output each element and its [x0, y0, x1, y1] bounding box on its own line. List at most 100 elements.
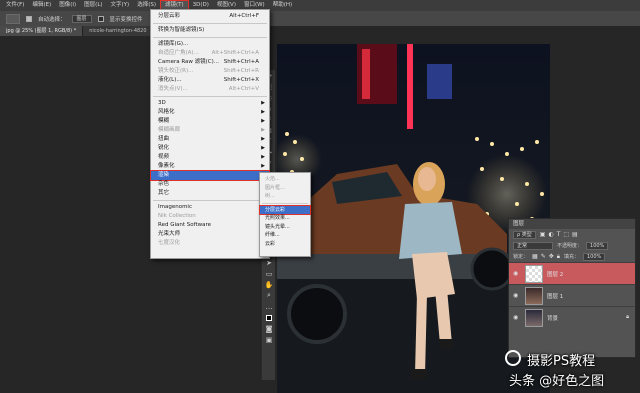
layer-kind-filter[interactable]: ρ 类型 — [513, 230, 536, 239]
opacity-label: 不透明度： — [557, 243, 583, 249]
menu-item-video[interactable]: 视频 ▶ — [151, 153, 269, 162]
menu-image[interactable]: 图像(I) — [55, 0, 80, 11]
layers-panel-title[interactable]: 图层 — [509, 219, 635, 229]
submenu-item-difference-clouds[interactable]: 分层云彩 — [259, 204, 311, 215]
submenu-item-fibers[interactable]: 纤维... — [260, 231, 310, 240]
chat-bubble-icon — [505, 350, 521, 366]
pixel-filter-icon[interactable]: ▣ — [540, 231, 546, 238]
menu-item-noise[interactable]: 杂色▶ — [151, 180, 269, 189]
menu-item-adaptive-wide-angle: 自适应广角(A)... Alt+Shift+Ctrl+A — [158, 50, 259, 56]
menu-item-vanishing-point: 消失点(V)... Alt+Ctrl+V — [158, 86, 259, 92]
layer-name: 图层 2 — [547, 271, 564, 278]
tab-document-1[interactable]: jpg @ 25% (图层 1, RGB/8) * — [0, 26, 84, 36]
shape-filter-icon[interactable]: ⬚ — [563, 231, 569, 238]
lock-pixels-icon[interactable]: ▦ — [532, 253, 538, 261]
menu-type[interactable]: 文字(Y) — [107, 0, 134, 11]
watermark: 摄影PS教程 头条 @好色之图 — [505, 348, 639, 392]
submenu-item-flame: 火焰... — [265, 176, 280, 182]
submenu-item-lens-flare[interactable]: 镜头光晕... — [260, 223, 310, 232]
layer-lock-icon: 🔒︎ — [626, 314, 629, 320]
menu-item-blur-gallery: 模糊画廊 ▶ — [158, 127, 265, 133]
layers-panel: 图层 ρ 类型 ▣ ◐ T ⬚ ▤ 正常 不透明度： 100% 锁定： ▦ ✎ … — [508, 218, 636, 358]
more-tools-icon[interactable]: … — [262, 301, 276, 312]
menu-item-liquify[interactable]: 液化(L)... Shift+Ctrl+X — [151, 76, 269, 85]
submenu-arrow-icon: ▶ — [261, 145, 265, 151]
menu-separator — [153, 200, 267, 201]
blend-row: 正常 不透明度： 100% — [509, 240, 635, 251]
menu-layer[interactable]: 图层(L) — [80, 0, 106, 11]
menu-item-distort[interactable]: 扭曲 ▶ — [151, 135, 269, 144]
show-transform-checkbox[interactable] — [97, 15, 104, 22]
screen-mode-icon[interactable]: ▣ — [262, 334, 276, 345]
layer-name: 背景 — [547, 315, 559, 322]
visibility-eye-icon[interactable]: ◉ — [513, 292, 521, 299]
menu-file[interactable]: 文件(F) — [2, 0, 28, 11]
adjustment-filter-icon[interactable]: ◐ — [548, 231, 553, 238]
blend-mode-select[interactable]: 正常 — [513, 241, 553, 250]
options-bar: 自动选择： 图层 显示变换控件 — [0, 11, 640, 26]
menu-item-qidu-hanhua: 七度汉化▶ — [151, 239, 269, 248]
visibility-eye-icon[interactable]: ◉ — [513, 314, 521, 321]
menu-item-blur[interactable]: 模糊 ▶ — [151, 117, 269, 126]
layer-row[interactable]: ◉ 背景 🔒︎ — [509, 306, 635, 328]
menu-item-render[interactable]: 渲染▶ — [150, 170, 270, 181]
menu-separator — [153, 96, 267, 97]
layer-thumbnail — [525, 264, 543, 283]
type-filter-icon[interactable]: T — [557, 231, 561, 238]
menu-separator — [153, 23, 267, 24]
visibility-eye-icon[interactable]: ◉ — [513, 270, 521, 277]
menu-help[interactable]: 帮助(H) — [269, 0, 296, 11]
menu-item-camera-raw[interactable]: Camera Raw 滤镜(C)... Shift+Ctrl+A — [151, 58, 269, 67]
menu-item-other[interactable]: 其它▶ — [151, 189, 269, 198]
submenu-item-picture-frame: 图片框... — [265, 184, 285, 191]
menu-item-imagenomic[interactable]: Imagenomic▶ — [151, 203, 269, 212]
menu-item-convert-smart-filter[interactable]: 转换为智能滤镜(S) — [151, 26, 269, 35]
lock-row: 锁定： ▦ ✎ ✥ 🔒︎ 填充： 100% — [509, 251, 635, 262]
watermark-title: 摄影PS教程 — [527, 354, 596, 369]
shape-tool-icon[interactable]: ▭ — [262, 268, 276, 279]
menu-item-filter-gallery[interactable]: 滤镜库(G)... — [151, 40, 269, 49]
fill-input[interactable]: 100% — [582, 252, 606, 261]
menu-item-stylize[interactable]: 风格化 ▶ — [151, 108, 269, 117]
quick-mask-icon[interactable]: ◙ — [262, 323, 276, 334]
layer-row[interactable]: ◉ 图层 2 — [509, 262, 635, 284]
submenu-item-clouds[interactable]: 云彩 — [260, 240, 310, 249]
menu-item-sharpen[interactable]: 锐化 ▶ — [151, 144, 269, 153]
submenu-arrow-icon: ▶ — [261, 154, 265, 160]
submenu-arrow-icon: ▶ — [261, 118, 265, 124]
hand-tool-icon[interactable]: ✋ — [262, 279, 276, 290]
auto-select-checkbox[interactable] — [26, 15, 32, 22]
lock-all-icon[interactable]: 🔒︎ — [557, 253, 560, 261]
layer-name: 图层 1 — [547, 293, 564, 300]
tab-document-2[interactable]: nicole-harrington-4820 — [83, 26, 154, 36]
opacity-input[interactable]: 100% — [586, 241, 609, 250]
menu-item-lens-correction: 镜头校正(R)... Shift+Ctrl+R — [158, 68, 259, 74]
zoom-tool-icon[interactable]: ⌕ — [262, 290, 276, 301]
menu-edit[interactable]: 编辑(E) — [28, 0, 55, 11]
submenu-arrow-icon: ▶ — [261, 109, 265, 115]
menu-item-3d[interactable]: 3D ▶ — [151, 99, 269, 108]
submenu-arrow-icon: ▶ — [261, 100, 265, 106]
menu-item-last-filter[interactable]: 分层云彩 Alt+Ctrl+F — [151, 12, 269, 21]
fill-label: 填充： — [563, 254, 579, 260]
auto-select-dropdown[interactable]: 图层 — [71, 14, 92, 23]
lock-paint-icon[interactable]: ✎ — [541, 253, 546, 261]
menu-item-red-giant[interactable]: Red Giant Software▶ — [151, 221, 269, 230]
submenu-arrow-icon: ▶ — [261, 127, 265, 133]
submenu-item-lighting-effects[interactable]: 光照效果... — [260, 214, 310, 223]
filter-menu-dropdown: 分层云彩 Alt+Ctrl+F 转换为智能滤镜(S) 滤镜库(G)... 自适应广… — [150, 9, 270, 259]
menu-item-light-beam[interactable]: 光束大师▶ — [151, 230, 269, 239]
menu-separator — [262, 202, 308, 204]
auto-select-label: 自动选择： — [38, 16, 66, 23]
submenu-arrow-icon: ▶ — [261, 136, 265, 142]
lock-position-icon[interactable]: ✥ — [549, 253, 554, 261]
color-swatches-icon[interactable] — [262, 312, 276, 323]
layers-filter-row: ρ 类型 ▣ ◐ T ⬚ ▤ — [509, 229, 635, 240]
smart-object-filter-icon[interactable]: ▤ — [572, 231, 578, 238]
menu-item-pixelate[interactable]: 像素化 ▶ — [151, 162, 269, 171]
move-tool-preset[interactable] — [6, 13, 20, 24]
layer-row[interactable]: ◉ 图层 1 — [509, 284, 635, 306]
submenu-arrow-icon: ▶ — [261, 163, 265, 169]
layer-thumbnail — [525, 308, 543, 327]
render-submenu: 火焰... 图片框... 树... 分层云彩 光照效果... 镜头光晕... 纤… — [259, 172, 311, 257]
